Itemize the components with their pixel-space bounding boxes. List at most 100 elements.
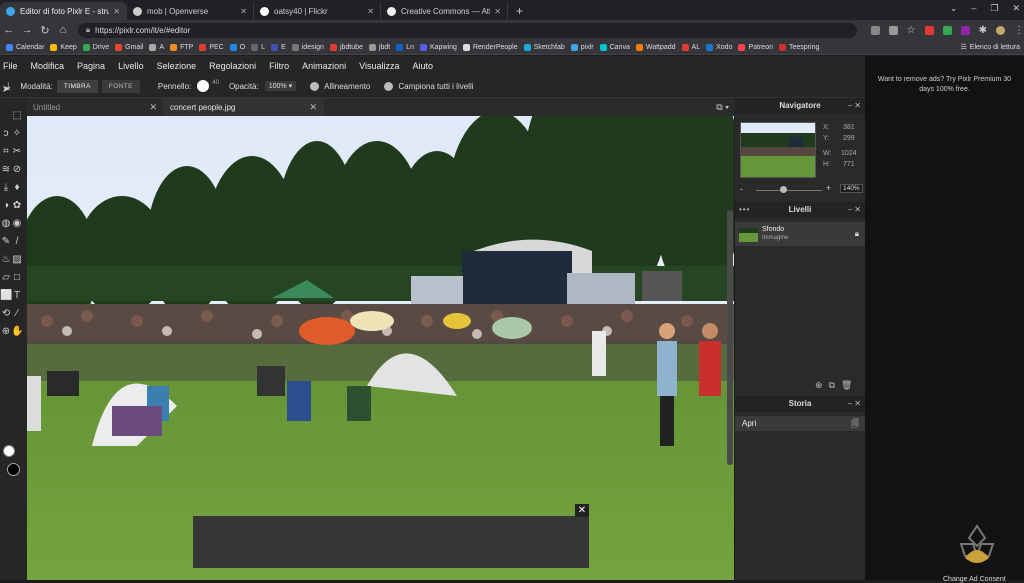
close-doc-icon[interactable]: ✕ [309,102,317,113]
zoom-slider-knob[interactable] [780,186,787,193]
bookmark-item[interactable]: AL [681,43,700,51]
close-doc-icon[interactable]: ✕ [149,102,157,113]
maximize-icon[interactable]: ❐ [990,3,998,14]
close-tab-icon[interactable]: ✕ [240,7,247,16]
bookmark-item[interactable]: FTP [170,43,193,51]
bookmark-item[interactable]: Sketchfab [523,43,565,51]
menu-item[interactable]: Regolazioni [209,61,256,71]
menu-item[interactable]: Pagina [77,61,105,71]
brush-tool-icon[interactable]: / [11,236,23,248]
menu-item[interactable]: Visualizza [359,61,399,71]
bookmark-item[interactable]: A [149,43,164,51]
doc-tab-concert[interactable]: concert people.jpg ✕ [164,98,324,116]
close-ad-icon[interactable]: ✕ [575,504,589,517]
background-color-swatch[interactable] [7,463,20,476]
history-item-icon[interactable]: 🗐︎ [851,416,859,431]
mode-source-button[interactable]: FONTE [101,79,140,93]
bookmark-item[interactable]: Drive [82,43,109,51]
reading-list-button[interactable]: ☰ Elenco di lettura [961,43,1020,52]
browser-tab-openverse[interactable]: mob | Openverse ✕ [127,2,254,20]
back-icon[interactable]: ← [0,24,18,36]
bookmark-item[interactable]: idesign [291,43,324,51]
cutout-tool-icon[interactable]: ✂ [11,146,23,158]
align-toggle[interactable] [310,81,320,91]
zoom-in-icon[interactable]: + [826,183,831,193]
blur-tool-icon[interactable]: ♦ [11,182,23,194]
canvas-scrollbar[interactable] [727,210,733,465]
lock-icon[interactable]: 🔒︎ [855,229,859,239]
extension-purple-icon[interactable] [960,25,970,35]
marquee-tool-icon[interactable]: ⬚ [11,110,23,122]
share-icon[interactable] [888,25,898,35]
menu-item[interactable]: Selezione [157,61,197,71]
picker-tool-icon[interactable]: ⁄ [11,308,23,320]
bookmark-item[interactable]: RenderPeople [462,43,518,51]
close-tab-icon[interactable]: ✕ [367,7,374,16]
arrange-windows-icon[interactable]: ⧉ ▾ [716,102,729,113]
history-controls-icon[interactable]: – ✕ [848,396,861,412]
add-layer-icon[interactable]: ⊕ [815,380,823,391]
bookmark-item[interactable]: pixlr [570,43,594,51]
minimize-icon[interactable]: – [971,3,976,14]
bookmark-item[interactable]: Calendar [6,43,44,51]
zoom-slider[interactable] [756,190,822,191]
foreground-color-swatch[interactable] [3,445,15,457]
gradient-tool-icon[interactable]: ▨ [11,254,23,266]
image-canvas[interactable] [27,116,734,580]
target-tool-icon[interactable]: ◉ [11,218,23,230]
download-icon[interactable] [870,25,880,35]
menu-item[interactable]: Aiuto [413,61,434,71]
shape-tool-icon[interactable]: □ [11,272,23,284]
browser-tab-creative-commons[interactable]: Creative Commons — Attribution ✕ [381,2,508,20]
close-window-icon[interactable]: ✕ [1012,3,1020,14]
bookmark-item[interactable]: O [229,43,245,51]
bookmark-item[interactable]: PEC [199,43,224,51]
layer-row[interactable]: Sfondo Immagine 🔒︎ [735,222,865,246]
bookmark-item[interactable]: L [251,43,265,51]
browser-tab-flickr[interactable]: oatsy40 | Flickr ✕ [254,2,381,20]
sponge-tool-icon[interactable]: ✿ [11,200,23,212]
close-tab-icon[interactable]: ✕ [494,7,501,16]
puzzle-icon[interactable]: ✱ [979,25,987,36]
opacity-select[interactable]: 100% ▾ [264,81,297,91]
navigator-controls-icon[interactable]: – ✕ [848,98,861,114]
menu-dots-icon[interactable]: ⋮ [1014,25,1024,36]
browser-tab-pixlr[interactable]: Editor di foto Pixlr E - strumento ✕ [0,2,127,20]
layers-menu-icon[interactable]: ••• [739,202,750,218]
bookmark-item[interactable]: Gmail [115,43,143,51]
menu-item[interactable]: Livello [118,61,144,71]
forward-icon[interactable]: → [18,24,36,36]
history-item[interactable]: Apri 🗐︎ [735,416,865,431]
profile-avatar[interactable] [995,25,1005,35]
arrange-tool-icon[interactable]: ➤ [0,84,12,96]
bookmark-item[interactable]: Wattpadd [635,43,676,51]
navigator-thumbnail[interactable] [740,122,816,178]
sample-all-toggle[interactable] [384,81,394,91]
close-tab-icon[interactable]: ✕ [113,7,120,16]
bookmark-item[interactable]: Canva [599,43,630,51]
new-tab-button[interactable]: + [508,2,531,20]
menu-item[interactable]: Filtro [269,61,289,71]
zoom-out-icon[interactable]: - [740,184,743,194]
reload-icon[interactable]: ↻ [36,24,54,37]
bookmark-item[interactable]: Teespring [779,43,819,51]
brush-preview[interactable] [197,80,210,92]
mode-stamp-button[interactable]: TIMBRA [56,79,98,93]
zoom-value[interactable]: 140% [840,184,863,193]
menu-item[interactable]: File [3,61,18,71]
bookmark-item[interactable]: Ln [396,43,414,51]
menu-item[interactable]: Modifica [31,61,65,71]
bookmark-item[interactable]: Kapwing [420,43,457,51]
ad-banner[interactable] [193,516,589,568]
extension-green-icon[interactable] [942,25,952,35]
bookmark-star-icon[interactable]: ☆ [907,25,916,36]
delete-layer-icon[interactable]: 🗑︎ [841,380,852,391]
bookmark-item[interactable]: Xodo [706,43,732,51]
bookmark-item[interactable]: jbdtube [329,43,363,51]
url-field[interactable]: 🔒︎ https://pixlr.com/it/e/#editor [77,22,857,38]
bookmark-item[interactable]: E [271,43,286,51]
wand-tool-icon[interactable]: ✧ [11,128,23,140]
duplicate-layer-icon[interactable]: ⧉ [829,380,835,391]
home-icon[interactable]: ⌂ [54,24,72,36]
tab-search-icon[interactable]: ⌄ [950,3,958,14]
